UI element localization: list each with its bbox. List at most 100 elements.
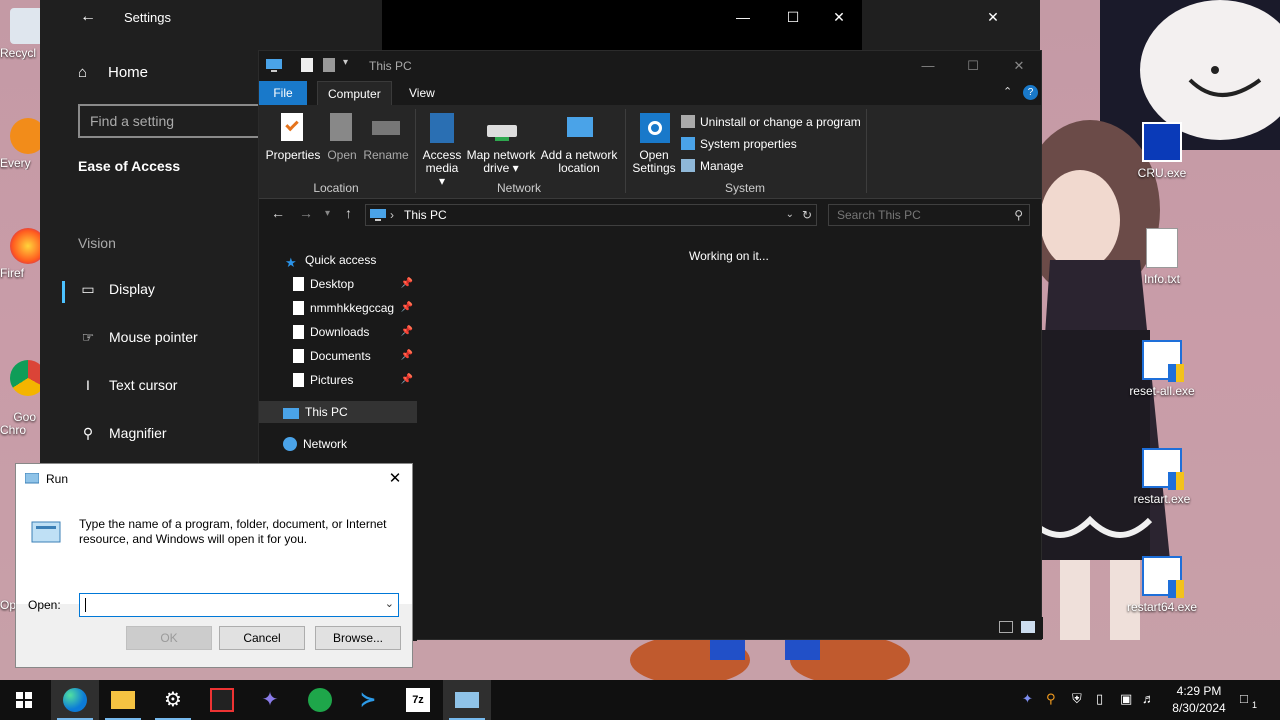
nav-network[interactable]: Network (259, 433, 417, 455)
tray-shield-icon[interactable]: ⛨ (1072, 691, 1082, 707)
taskbar-file-explorer[interactable] (99, 680, 147, 720)
access-media-button[interactable]: Access media ▾ (421, 111, 463, 188)
forward-button[interactable]: → (299, 205, 313, 221)
address-dropdown-icon[interactable]: ⌄ (786, 205, 794, 225)
run-close-button[interactable]: ✕ (384, 468, 406, 490)
details-view-icon[interactable] (999, 621, 1013, 633)
explorer-minimize-button[interactable]: — (905, 53, 951, 79)
minimize-icon[interactable]: — (720, 0, 766, 34)
desktop-icon-label: Firef (0, 266, 24, 280)
tab-computer[interactable]: Computer (317, 81, 392, 105)
rename-label: Rename (363, 148, 409, 162)
nav-this-pc[interactable]: This PC (259, 401, 417, 423)
tray-bird-icon[interactable]: ✦ (1022, 691, 1033, 707)
nav-item-magnifier[interactable]: ⚲ Magnifier (78, 425, 258, 442)
back-arrow-icon[interactable]: ← (80, 8, 96, 26)
network-icon (283, 437, 297, 451)
refresh-icon[interactable]: ↻ (802, 205, 812, 225)
tray-usb-icon[interactable]: ▯ (1096, 691, 1103, 707)
open-combobox[interactable]: ⌄ (79, 593, 399, 617)
taskbar-bird-app[interactable]: ✦ (246, 680, 294, 720)
page-icon (293, 277, 304, 291)
taskbar-green-app[interactable] (296, 680, 344, 720)
address-text: This PC (404, 208, 447, 222)
properties-button[interactable]: Properties (265, 111, 321, 162)
qat-properties-icon[interactable] (301, 58, 313, 72)
desktop-icon-recycle-bin[interactable]: Recycl (0, 8, 45, 60)
up-button[interactable]: ↑ (345, 205, 352, 221)
nav-home[interactable]: ⌂ Home (78, 64, 148, 81)
desktop-icon-restart[interactable]: restart.exe (1117, 448, 1207, 506)
explorer-search-input[interactable]: Search This PC ⚲ (828, 204, 1030, 226)
nav-documents[interactable]: Documents 📌 (259, 345, 417, 367)
taskbar-settings[interactable]: ⚙ (149, 680, 197, 720)
recent-locations-icon[interactable]: ▾ (325, 208, 330, 219)
system-properties-button[interactable]: System properties (681, 137, 797, 151)
settings-close-button[interactable]: ✕ (970, 0, 1016, 34)
tray-network-icon[interactable]: ▣ (1120, 691, 1132, 707)
back-button[interactable]: ← (271, 205, 285, 221)
notification-center-icon[interactable]: □ (1240, 691, 1248, 706)
text-cursor-icon: I (86, 377, 90, 393)
rename-button[interactable]: Rename (363, 111, 409, 162)
nav-quick-access[interactable]: ★ Quick access (259, 249, 417, 271)
open-button[interactable]: Open (325, 111, 359, 162)
browse-button[interactable]: Browse... (315, 626, 401, 650)
desktop-icon-reset-all[interactable]: reset-all.exe (1117, 340, 1207, 398)
desktop-icon-cru[interactable]: CRU.exe (1117, 122, 1207, 180)
desktop-icon-info-txt[interactable]: Info.txt (1117, 228, 1207, 286)
taskbar-vscode[interactable]: ≻ (344, 680, 392, 720)
page-icon (293, 373, 304, 387)
desktop-icon-chrome[interactable]: Goo Chro (0, 334, 45, 450)
map-network-drive-button[interactable]: Map network drive ▾ (465, 111, 537, 175)
nav-downloads[interactable]: Downloads 📌 (259, 321, 417, 343)
collapse-ribbon-icon[interactable]: ⌃ (1003, 85, 1012, 98)
explorer-close-button[interactable]: ✕ (996, 53, 1042, 79)
large-icons-view-icon[interactable] (1021, 621, 1035, 633)
tab-file[interactable]: File (259, 81, 307, 105)
manage-label: Manage (700, 159, 744, 173)
maximize-icon[interactable]: ☐ (770, 0, 816, 34)
7zip-icon: 7z (406, 688, 430, 712)
open-label: Open (327, 148, 357, 162)
desktop-icon-everything[interactable]: Every (0, 118, 45, 170)
desktop-icon-restart64[interactable]: restart64.exe (1117, 556, 1207, 614)
tab-view[interactable]: View (399, 81, 445, 105)
tray-volume-icon[interactable]: ♬ (1142, 691, 1155, 706)
chevron-down-icon[interactable]: ⌄ (385, 597, 394, 610)
tray-search-icon[interactable]: ⚲ (1046, 691, 1056, 707)
start-button[interactable] (0, 680, 48, 720)
taskbar-7zip[interactable]: 7z (394, 680, 442, 720)
text-file-icon (1146, 228, 1178, 268)
nav-desktop[interactable]: Desktop 📌 (259, 273, 417, 295)
qat-new-folder-icon[interactable] (323, 58, 335, 72)
ok-button[interactable]: OK (126, 626, 212, 650)
nav-item-display[interactable]: ▭ Display (62, 281, 258, 303)
add-network-location-button[interactable]: Add a network location (539, 111, 619, 175)
add-location-label: Add a network (540, 148, 618, 162)
nav-nmmhkkegccag[interactable]: nmmhkkegccag 📌 (259, 297, 417, 319)
nav-item-mouse-pointer[interactable]: ☞ Mouse pointer (78, 329, 258, 346)
explorer-maximize-button[interactable]: ☐ (950, 53, 996, 79)
address-bar[interactable]: › This PC ⌄ ↻ (365, 204, 817, 226)
ribbon-separator (415, 109, 416, 193)
qat-dropdown-icon[interactable]: ▾ (343, 57, 348, 68)
manage-icon (681, 159, 695, 172)
close-icon[interactable]: ✕ (816, 0, 862, 34)
taskbar-media-app[interactable] (198, 680, 246, 720)
find-setting-input[interactable]: Find a setting (78, 104, 278, 138)
taskbar-edge[interactable] (51, 680, 99, 720)
explorer-title: This PC (369, 59, 412, 73)
taskbar-run[interactable] (443, 680, 491, 720)
manage-button[interactable]: Manage (681, 159, 743, 173)
desktop-icon-firefox[interactable]: Firef (0, 228, 45, 280)
open-settings-button[interactable]: Open Settings (631, 111, 677, 175)
properties-icon (277, 111, 309, 145)
help-icon[interactable]: ? (1023, 85, 1038, 100)
uninstall-program-button[interactable]: Uninstall or change a program (681, 115, 861, 129)
vscode-icon: ≻ (359, 689, 377, 711)
taskbar-clock[interactable]: 4:29 PM 8/30/2024 (1162, 683, 1236, 717)
cancel-button[interactable]: Cancel (219, 626, 305, 650)
nav-item-text-cursor[interactable]: I Text cursor (78, 377, 258, 393)
nav-pictures[interactable]: Pictures 📌 (259, 369, 417, 391)
